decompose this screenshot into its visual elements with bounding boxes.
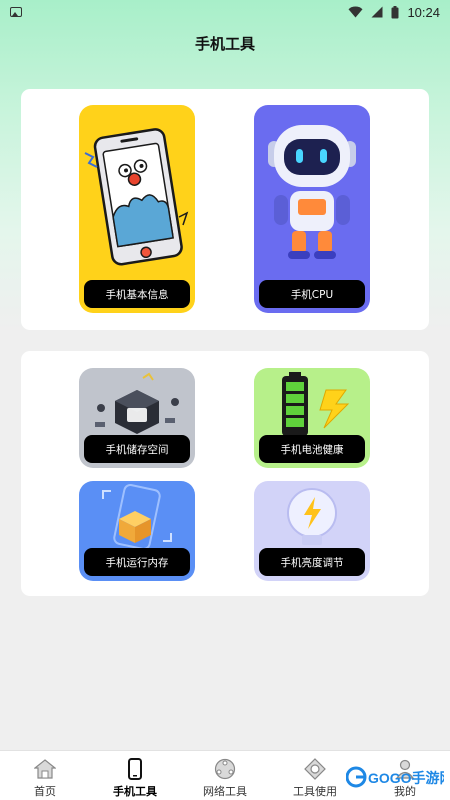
phone-storage-label: 手机储存空间 (84, 435, 190, 463)
phone-basic-info-card[interactable]: 手机基本信息 (79, 105, 195, 313)
gallery-notification-icon (10, 7, 22, 17)
nav-item-network-tools[interactable]: 网络工具 (180, 751, 270, 800)
nav-item-phone-tools[interactable]: 手机工具 (90, 751, 180, 800)
phone-cartoon-icon (84, 128, 189, 266)
nav-label-home: 首页 (34, 785, 56, 798)
secondary-tools-panel: 手机储存空间 手机电池健康 手机运行内存 手机亮度调节 (21, 351, 429, 596)
primary-tools-panel: 手机基本信息 手机CPU (21, 89, 429, 330)
phone-basic-info-label: 手机基本信息 (84, 280, 190, 308)
wifi-icon (348, 6, 363, 18)
nav-item-home[interactable]: 首页 (0, 751, 90, 800)
nav-item-profile[interactable]: 我的 (360, 751, 450, 800)
network-icon (213, 758, 237, 780)
phone-storage-card[interactable]: 手机储存空间 (79, 368, 195, 468)
phone-memory-label: 手机运行内存 (84, 548, 190, 576)
profile-icon (393, 758, 417, 780)
phone-battery-label: 手机电池健康 (259, 435, 365, 463)
battery-status-icon (391, 5, 399, 18)
phone-brightness-card[interactable]: 手机亮度调节 (254, 481, 370, 581)
home-icon (33, 758, 57, 780)
memory-box-icon (102, 484, 172, 550)
storage-chip-icon (95, 372, 179, 434)
nav-item-tool-usage[interactable]: 工具使用 (270, 751, 360, 800)
nav-label-tool-usage: 工具使用 (293, 785, 337, 798)
phone-cpu-label: 手机CPU (259, 280, 365, 308)
tool-usage-icon (303, 758, 327, 780)
phone-brightness-label: 手机亮度调节 (259, 548, 365, 576)
battery-icon (282, 372, 350, 436)
nav-label-phone-tools: 手机工具 (113, 785, 157, 798)
lightbulb-icon (287, 488, 337, 545)
status-bar: 10:24 (0, 0, 450, 24)
phone-icon (123, 758, 147, 780)
phone-cpu-card[interactable]: 手机CPU (254, 105, 370, 313)
nav-label-profile: 我的 (394, 785, 416, 798)
status-time: 10:24 (407, 4, 440, 20)
signal-icon (371, 6, 383, 18)
page-title: 手机工具 (194, 35, 255, 53)
bottom-navigation: 首页 手机工具 网络工具 工具使用 我的 (0, 750, 450, 800)
nav-label-network-tools: 网络工具 (203, 785, 247, 798)
robot-icon (268, 125, 356, 259)
phone-battery-card[interactable]: 手机电池健康 (254, 368, 370, 468)
phone-memory-card[interactable]: 手机运行内存 (79, 481, 195, 581)
